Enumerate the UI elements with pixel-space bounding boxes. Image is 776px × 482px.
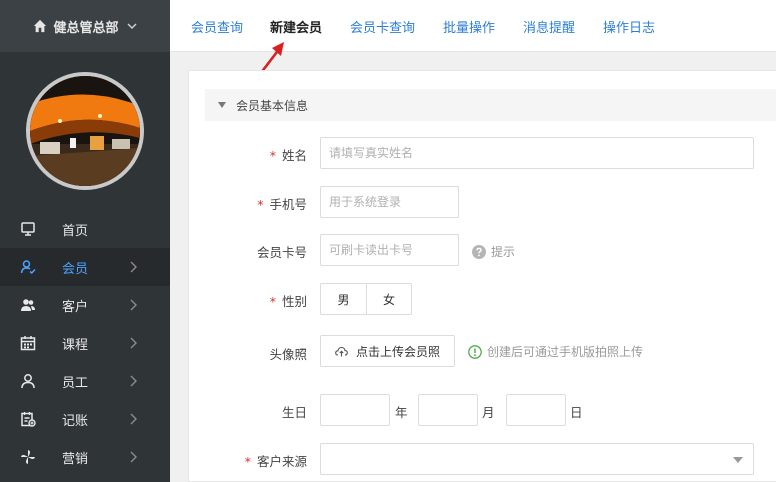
info-icon — [468, 344, 482, 359]
tab-new-member[interactable]: 新建会员 — [270, 17, 322, 36]
sidebar-item-marketing[interactable]: 营销 — [0, 438, 170, 476]
section-header[interactable]: 会员基本信息 — [205, 89, 776, 121]
sidebar-item-courses[interactable]: 课程 — [0, 324, 170, 362]
staff-icon — [20, 373, 36, 389]
pinwheel-icon — [20, 449, 36, 465]
source-label: * 客户来源 — [244, 454, 307, 469]
sidebar-item-label: 课程 — [62, 337, 89, 353]
sidebar-item-label: 营销 — [62, 451, 89, 467]
sidebar-item-customers[interactable]: 客户 — [0, 286, 170, 324]
tab-notifications[interactable]: 消息提醒 — [523, 17, 575, 36]
sidebar-item-home[interactable]: 首页 — [0, 210, 170, 248]
birth-year-input[interactable] — [320, 394, 390, 426]
sidebar: 健总管总部 首页 会员 客户 课程 员工 记账 营销 — [0, 0, 170, 482]
ledger-icon — [20, 411, 36, 427]
calendar-icon — [20, 335, 36, 351]
birthday-label: 生日 — [281, 405, 307, 420]
section-title: 会员基本信息 — [236, 98, 309, 113]
home-icon — [34, 19, 47, 33]
sidebar-item-label: 员工 — [62, 375, 89, 391]
tab-card-query[interactable]: 会员卡查询 — [350, 17, 415, 36]
sidebar-item-label: 记账 — [62, 413, 89, 429]
year-unit: 年 — [395, 405, 408, 420]
card-label: 会员卡号 — [256, 245, 307, 260]
chevron-right-icon — [130, 375, 137, 387]
top-tabs: 会员查询 新建会员 会员卡查询 批量操作 消息提醒 操作日志 — [170, 0, 776, 52]
gender-male-option[interactable]: 男 — [321, 284, 366, 314]
sidebar-item-label: 客户 — [62, 299, 89, 315]
avatar-area — [0, 52, 170, 210]
chevron-right-icon — [130, 299, 137, 311]
brand-switcher[interactable]: 健总管总部 — [0, 0, 170, 52]
photo-label: 头像照 — [269, 347, 307, 362]
chevron-right-icon — [130, 413, 137, 425]
sidebar-item-members[interactable]: 会员 — [0, 248, 170, 286]
sidebar-item-ledger[interactable]: 记账 — [0, 400, 170, 438]
customers-icon — [20, 297, 36, 313]
sidebar-nav: 首页 会员 客户 课程 员工 记账 营销 — [0, 210, 170, 476]
birth-day-input[interactable] — [506, 394, 566, 426]
chevron-right-icon — [130, 451, 137, 463]
sidebar-item-staff[interactable]: 员工 — [0, 362, 170, 400]
name-input[interactable] — [320, 137, 754, 169]
card-hint[interactable]: 提示 — [472, 243, 515, 260]
tab-operation-log[interactable]: 操作日志 — [603, 17, 655, 36]
caret-down-icon — [218, 102, 226, 108]
question-icon — [472, 244, 486, 259]
member-icon — [20, 259, 36, 275]
sidebar-item-label: 会员 — [62, 261, 89, 277]
brand-title: 健总管总部 — [53, 20, 119, 36]
month-unit: 月 — [482, 405, 495, 420]
gym-avatar — [26, 72, 144, 190]
upload-photo-button[interactable]: 点击上传会员照 — [320, 335, 456, 367]
chevron-right-icon — [130, 337, 137, 349]
tab-batch-ops[interactable]: 批量操作 — [443, 17, 495, 36]
birth-month-input[interactable] — [418, 394, 478, 426]
gender-selector: 男 女 — [320, 283, 412, 315]
sidebar-item-label: 首页 — [62, 223, 89, 239]
card-number-input[interactable] — [320, 234, 459, 266]
new-member-panel: 会员基本信息 *姓名 *手机号 会员卡号 提示 *性别 男 女 头像照 点击上传… — [188, 70, 776, 482]
gender-label: * 性别 — [269, 294, 307, 309]
monitor-icon — [20, 221, 36, 237]
photo-hint: 创建后可通过手机版拍照上传 — [468, 343, 643, 360]
caret-down-icon — [733, 457, 743, 463]
chevron-right-icon — [130, 261, 137, 273]
tab-member-query[interactable]: 会员查询 — [191, 17, 243, 36]
chevron-down-icon — [126, 23, 137, 30]
phone-input[interactable] — [320, 186, 459, 218]
gender-female-option[interactable]: 女 — [366, 284, 411, 314]
phone-label: * 手机号 — [257, 197, 307, 212]
day-unit: 日 — [570, 405, 583, 420]
name-label: * 姓名 — [269, 148, 307, 163]
customer-source-select[interactable] — [320, 443, 754, 475]
cloud-upload-icon — [335, 346, 348, 356]
